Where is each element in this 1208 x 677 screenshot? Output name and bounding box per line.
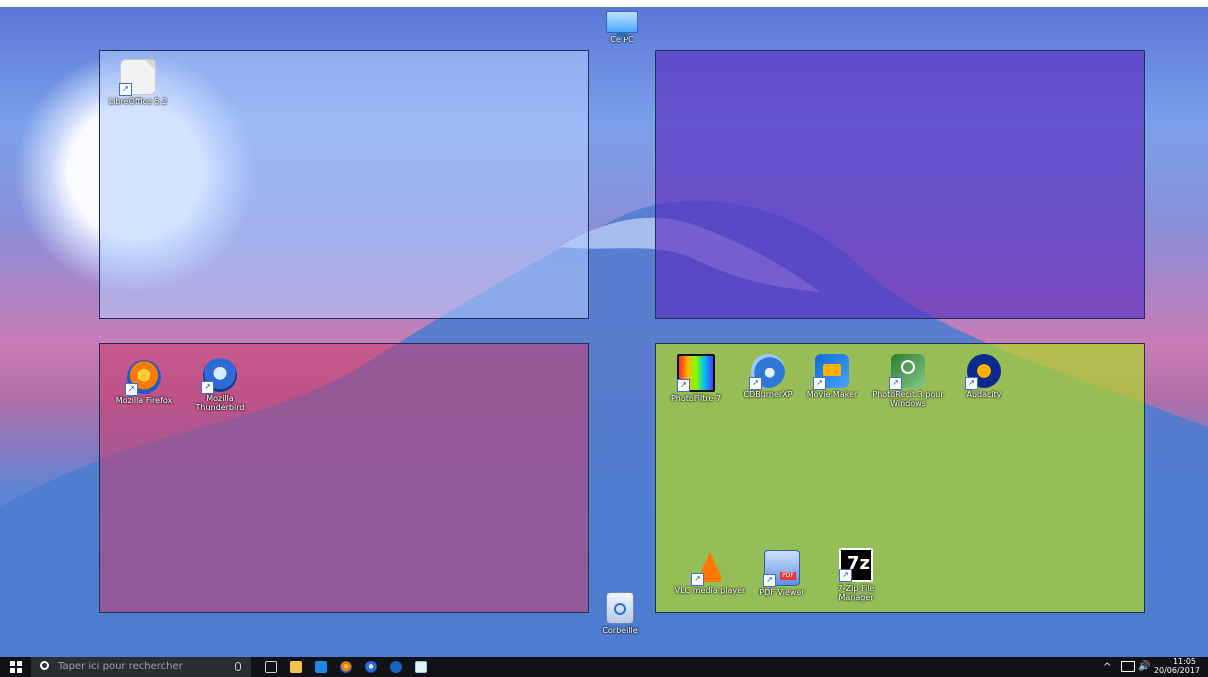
photorecit-icon: ↗ <box>889 354 925 390</box>
zone-bottom-left[interactable]: ↗ Mozilla Firefox ↗ Mozilla Thunderbird <box>99 343 589 613</box>
desktop-icon-vlc[interactable]: ↗ VLC media player <box>674 550 746 595</box>
icon-label: 7-Zip File Manager <box>837 584 875 602</box>
task-view-icon[interactable] <box>265 661 277 673</box>
desktop-icon-firefox[interactable]: ↗ Mozilla Firefox <box>108 360 180 405</box>
recycle-bin-icon <box>606 592 634 624</box>
search-input[interactable]: Taper ici pour rechercher <box>58 661 183 672</box>
icon-label: PDF Viewer <box>759 588 805 597</box>
network-icon[interactable] <box>1121 661 1135 672</box>
icon-label: VLC media player <box>674 586 746 595</box>
zone-top-left[interactable]: ↗ LibreOffice 5.2 <box>99 50 589 319</box>
cortana-icon <box>40 661 49 670</box>
icon-label: PhotoFiltre 7 <box>670 394 722 403</box>
zone-bottom-right[interactable]: ↗ PhotoFiltre 7 ↗ CDBurnerXP ↗ Movie Mak… <box>655 343 1145 613</box>
desktop-icon-ce-pc[interactable]: Ce PC <box>586 11 658 44</box>
desktop-icon-pdf-viewer[interactable]: PDF ↗ PDF Viewer <box>746 550 818 597</box>
thunderbird-icon[interactable] <box>365 661 377 673</box>
cdburner-icon: ↗ <box>749 354 785 390</box>
windows-start-icon[interactable] <box>10 661 22 673</box>
desktop-icon-photorecit[interactable]: ↗ PhotoRecit 3 pour Windows <box>872 354 944 408</box>
file-explorer-icon[interactable] <box>290 661 302 673</box>
desktop-icon-7zip[interactable]: 7z ↗ 7-Zip File Manager <box>820 548 892 602</box>
desktop-icon-cdburnerxp[interactable]: ↗ CDBurnerXP <box>732 354 804 399</box>
icon-label: Corbeille <box>602 626 638 635</box>
zone-top-right[interactable] <box>655 50 1145 319</box>
photofiltre-icon: ↗ <box>677 354 715 392</box>
taskbar[interactable]: Taper ici pour rechercher ^ 🔊 11:05 20/0… <box>0 657 1208 677</box>
7zip-icon: 7z ↗ <box>839 548 873 582</box>
icon-label: Mozilla Firefox <box>115 396 173 405</box>
thunderbird-icon: ↗ <box>201 358 237 394</box>
mic-icon[interactable] <box>235 662 241 671</box>
desktop-icon-corbeille[interactable]: Corbeille <box>584 592 656 635</box>
store-icon[interactable] <box>315 661 327 673</box>
vlc-icon: ↗ <box>691 550 727 586</box>
document-icon[interactable] <box>415 661 427 673</box>
clock-date[interactable]: 20/06/2017 <box>1154 667 1200 675</box>
taskbar-search[interactable]: Taper ici pour rechercher <box>31 657 251 677</box>
icon-label: Audacity <box>966 390 1002 399</box>
clock-time[interactable]: 11:05 <box>1173 658 1196 666</box>
pdf-icon: PDF ↗ <box>763 550 800 587</box>
icon-label: LibreOffice 5.2 <box>108 97 168 106</box>
movie-maker-icon: ↗ <box>813 354 849 390</box>
icon-label: PhotoRecit 3 pour Windows <box>872 390 944 408</box>
icon-label: Movie Maker <box>806 390 858 399</box>
chevron-up-icon[interactable]: ^ <box>1103 662 1111 673</box>
desktop[interactable]: ↗ LibreOffice 5.2 ↗ Mozilla Firefox ↗ Mo… <box>0 7 1208 657</box>
icon-label: CDBurnerXP <box>743 390 793 399</box>
desktop-icon-photofiltre[interactable]: ↗ PhotoFiltre 7 <box>660 354 732 403</box>
icon-label: Mozilla Thunderbird <box>195 394 245 412</box>
audacity-icon: ↗ <box>965 354 1001 390</box>
desktop-icon-movie-maker[interactable]: ↗ Movie Maker <box>796 354 868 399</box>
volume-icon[interactable]: 🔊 <box>1138 661 1150 672</box>
desktop-icon-libreoffice[interactable]: ↗ LibreOffice 5.2 <box>102 59 174 106</box>
desktop-icon-thunderbird[interactable]: ↗ Mozilla Thunderbird <box>184 358 256 412</box>
teamviewer-icon[interactable] <box>390 661 402 673</box>
desktop-icon-audacity[interactable]: ↗ Audacity <box>948 354 1020 399</box>
firefox-icon[interactable] <box>340 661 352 673</box>
system-tray[interactable]: ^ 🔊 11:05 20/06/2017 <box>1098 657 1208 677</box>
firefox-icon: ↗ <box>125 360 161 396</box>
computer-icon <box>606 11 638 37</box>
document-icon: ↗ <box>119 59 156 96</box>
